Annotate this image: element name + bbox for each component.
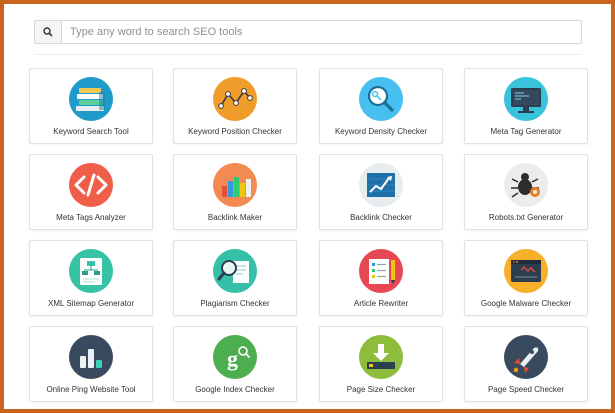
- page-speed-icon: [494, 334, 558, 380]
- tool-card-backlink-maker[interactable]: Backlink Maker: [173, 154, 297, 230]
- code-icon: [59, 162, 123, 208]
- tool-label: Keyword Search Tool: [53, 127, 129, 136]
- google-index-icon: g: [203, 334, 267, 380]
- tool-card-robots-txt-generator[interactable]: Robots.txt Generator: [464, 154, 588, 230]
- keyword-position-icon: [203, 76, 267, 122]
- svg-text:g: g: [227, 346, 238, 371]
- tool-label: Meta Tags Analyzer: [56, 213, 126, 222]
- tool-card-backlink-checker[interactable]: Backlink Checker: [319, 154, 443, 230]
- tool-label: Google Index Checker: [195, 385, 275, 394]
- divider: [34, 54, 582, 55]
- tool-label: Page Speed Checker: [487, 385, 565, 394]
- tool-label: Backlink Checker: [350, 213, 412, 222]
- tool-label: Google Malware Checker: [480, 299, 572, 308]
- tool-card-online-ping-website-tool[interactable]: Online Ping Website Tool: [29, 326, 153, 402]
- malware-icon: [494, 248, 558, 294]
- tool-label: XML Sitemap Generator: [48, 299, 134, 308]
- tool-card-article-rewriter[interactable]: Article Rewriter: [319, 240, 443, 316]
- search-icon: [43, 27, 53, 37]
- article-rewriter-icon: [349, 248, 413, 294]
- tool-label: Article Rewriter: [353, 299, 409, 308]
- search-bar: [34, 20, 582, 44]
- tool-card-plagiarism-checker[interactable]: Plagiarism Checker: [173, 240, 297, 316]
- tool-label: Backlink Maker: [207, 213, 263, 222]
- tool-card-meta-tags-analyzer[interactable]: Meta Tags Analyzer: [29, 154, 153, 230]
- search-input[interactable]: [62, 21, 581, 43]
- backlink-maker-icon: [203, 162, 267, 208]
- page-frame: Keyword Search Tool Keyword Position Che…: [4, 4, 611, 409]
- tool-card-keyword-search[interactable]: Keyword Search Tool: [29, 68, 153, 144]
- tool-card-google-malware-checker[interactable]: Google Malware Checker: [464, 240, 588, 316]
- tool-label: Keyword Position Checker: [188, 127, 282, 136]
- plagiarism-icon: [203, 248, 267, 294]
- keyword-density-icon: [349, 76, 413, 122]
- sitemap-icon: [59, 248, 123, 294]
- tool-label: Plagiarism Checker: [200, 299, 270, 308]
- tool-card-keyword-position[interactable]: Keyword Position Checker: [173, 68, 297, 144]
- tool-label: Meta Tag Generator: [490, 127, 562, 136]
- tool-label: Online Ping Website Tool: [46, 385, 136, 394]
- page-size-icon: [349, 334, 413, 380]
- robot-bug-icon: [494, 162, 558, 208]
- tool-label: Page Size Checker: [346, 385, 416, 394]
- ping-icon: [59, 334, 123, 380]
- tool-card-page-speed-checker[interactable]: Page Speed Checker: [464, 326, 588, 402]
- tool-card-page-size-checker[interactable]: Page Size Checker: [319, 326, 443, 402]
- tool-label: Keyword Density Checker: [334, 127, 428, 136]
- tool-label: Robots.txt Generator: [488, 213, 564, 222]
- search-button[interactable]: [35, 21, 62, 43]
- backlink-checker-icon: [349, 162, 413, 208]
- tool-card-meta-tag-generator[interactable]: Meta Tag Generator: [464, 68, 588, 144]
- keyword-search-icon: [59, 76, 123, 122]
- meta-tag-generator-icon: [494, 76, 558, 122]
- tool-card-keyword-density[interactable]: Keyword Density Checker: [319, 68, 443, 144]
- tool-card-google-index-checker[interactable]: g Google Index Checker: [173, 326, 297, 402]
- tool-card-xml-sitemap-generator[interactable]: XML Sitemap Generator: [29, 240, 153, 316]
